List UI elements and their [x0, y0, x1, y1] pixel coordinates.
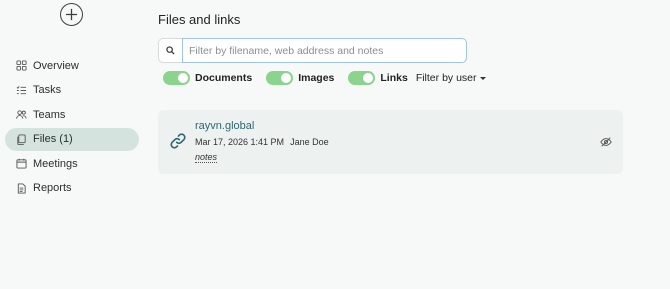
sidebar-item-reports[interactable]: Reports [5, 177, 139, 200]
file-card[interactable]: rayvn.global Mar 17, 2026 1:41 PM Jane D… [158, 110, 623, 174]
plus-circle-icon [65, 8, 78, 21]
checklist-icon [16, 85, 27, 96]
sidebar-item-teams[interactable]: Teams [5, 103, 139, 126]
sidebar: Overview Tasks Teams Files (1) Meetings … [5, 54, 139, 202]
file-date: Mar 17, 2026 1:41 PM [195, 137, 285, 147]
eye-off-icon[interactable] [600, 136, 612, 148]
filter-by-user-label: Filter by user [415, 72, 477, 84]
grid-icon [16, 60, 27, 71]
toggle-label: Documents [195, 72, 253, 84]
search-input[interactable] [182, 38, 467, 63]
search-icon [158, 38, 182, 63]
sidebar-item-label: Overview [33, 59, 79, 72]
calendar-icon [16, 158, 27, 169]
file-notes[interactable]: notes [195, 153, 218, 163]
page-title: Files and links [158, 12, 241, 27]
add-button[interactable] [60, 3, 83, 26]
file-link[interactable]: rayvn.global [195, 120, 254, 132]
sidebar-item-tasks[interactable]: Tasks [5, 79, 139, 102]
sidebar-item-label: Reports [33, 182, 72, 195]
people-icon [16, 109, 27, 120]
caret-down-icon [479, 76, 486, 80]
filter-bar: Documents Images Links Filter by user [163, 70, 486, 86]
search-bar [158, 38, 467, 63]
sidebar-item-files[interactable]: Files (1) [5, 127, 139, 151]
file-author: Jane Doe [290, 137, 329, 147]
file-meta: Mar 17, 2026 1:41 PM Jane Doe [195, 137, 329, 147]
toggle-switch[interactable] [348, 71, 376, 85]
files-icon [16, 134, 27, 145]
link-icon [170, 133, 186, 149]
toggle-label: Links [380, 72, 408, 84]
sidebar-item-meetings[interactable]: Meetings [5, 152, 139, 175]
filter-by-user-dropdown[interactable]: Filter by user [416, 72, 486, 84]
toggle-links[interactable]: Links [348, 71, 408, 85]
toggle-switch[interactable] [163, 71, 190, 85]
sidebar-item-overview[interactable]: Overview [5, 54, 139, 77]
toggle-images[interactable]: Images [266, 71, 334, 85]
toggle-documents[interactable]: Documents [163, 71, 252, 85]
toggle-switch[interactable] [266, 71, 294, 85]
sidebar-item-label: Tasks [33, 84, 62, 97]
sidebar-item-label: Teams [33, 108, 66, 121]
sidebar-item-label: Meetings [33, 157, 78, 170]
sidebar-item-label: Files (1) [33, 133, 73, 146]
toggle-label: Images [298, 72, 335, 84]
document-icon [16, 183, 27, 194]
